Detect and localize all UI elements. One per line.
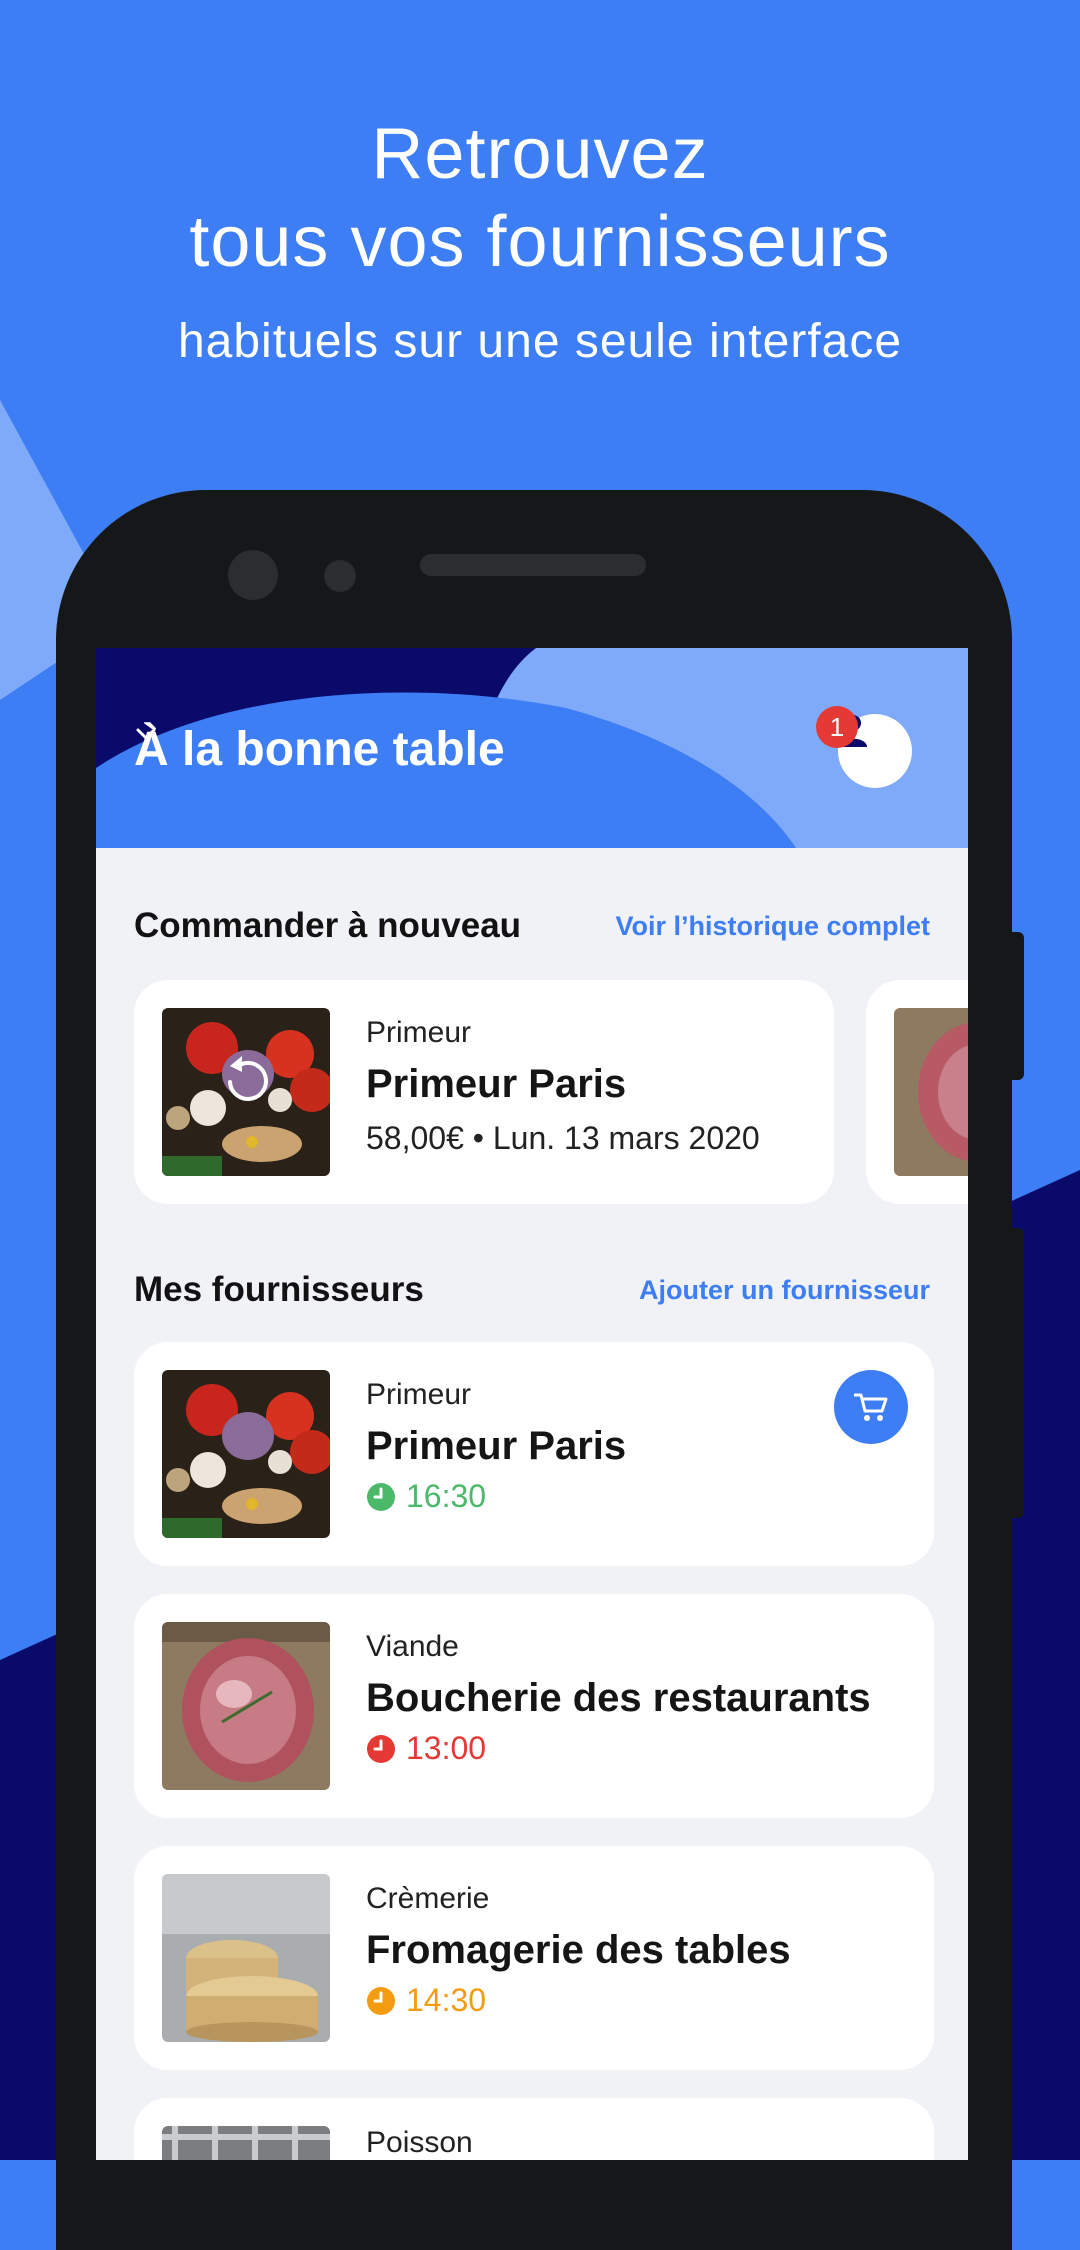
fish-photo	[162, 2126, 330, 2160]
cheese-photo	[162, 1874, 330, 2042]
clock-icon	[367, 1986, 395, 2015]
supplier-name: Boucherie des restaurants	[366, 1676, 871, 1720]
suppliers-title: Mes fournisseurs	[134, 1270, 424, 1309]
delivery-time-value: 16:30	[406, 1478, 487, 1514]
app-screen: À la bonne table 1 Commander à nouveau V…	[96, 648, 968, 2160]
reorder-card-next[interactable]	[866, 980, 968, 1204]
app-header: À la bonne table 1	[96, 648, 968, 848]
reorder-arrow-icon	[228, 1056, 268, 1101]
phone-sensor	[324, 560, 356, 592]
supplier-name: Primeur Paris	[366, 1424, 627, 1468]
store-name: À la bonne table	[134, 723, 505, 776]
supplier-card[interactable]: Poisson	[134, 2098, 934, 2160]
meat-photo	[894, 1008, 968, 1176]
reorder-category: Primeur	[366, 1016, 472, 1049]
suppliers-section-header: Mes fournisseurs Ajouter un fournisseur	[134, 1270, 930, 1310]
meat-photo	[162, 1622, 330, 1790]
vegetables-photo	[162, 1008, 330, 1176]
supplier-category: Poisson	[366, 2126, 473, 2159]
supplier-card[interactable]: Crèmerie Fromagerie des tables 14:30	[134, 1846, 934, 2070]
vegetables-photo	[162, 1370, 330, 1538]
supplier-category: Primeur	[366, 1378, 472, 1411]
supplier-category: Crèmerie	[366, 1882, 490, 1915]
hero-title-line2: tous vos fournisseurs	[189, 202, 891, 282]
delivery-time-value: 13:00	[406, 1730, 487, 1766]
supplier-card[interactable]: Viande Boucherie des restaurants 13:00	[134, 1594, 934, 1818]
reorder-order-meta: 58,00€ • Lun. 13 mars 2020	[366, 1120, 760, 1156]
phone-side-button-power	[1010, 932, 1024, 1080]
hero-subtitle: habituels sur une seule interface	[177, 315, 903, 368]
chevron-down-icon	[136, 728, 156, 740]
delivery-time: 14:30	[366, 1982, 486, 2019]
cart-icon	[854, 1393, 888, 1421]
supplier-name: Fromagerie des tables	[366, 1928, 791, 1972]
reorder-section-header: Commander à nouveau Voir l’historique co…	[134, 906, 930, 946]
reorder-card[interactable]: Primeur Primeur Paris 58,00€ • Lun. 13 m…	[134, 980, 834, 1204]
hero-title-line1: Retrouvez	[371, 114, 709, 194]
delivery-time: 13:00	[366, 1730, 486, 1767]
front-camera	[228, 550, 278, 600]
phone-side-button-volume	[1010, 1228, 1024, 1518]
delivery-time: 16:30	[366, 1478, 486, 1515]
supplier-card[interactable]: Primeur Primeur Paris 16:30	[134, 1342, 934, 1566]
supplier-category: Viande	[366, 1630, 459, 1663]
cart-button[interactable]	[834, 1370, 908, 1444]
add-supplier-link[interactable]: Ajouter un fournisseur	[639, 1275, 930, 1306]
store-selector[interactable]: À la bonne table	[134, 722, 505, 777]
phone-speaker	[420, 554, 646, 576]
view-history-link[interactable]: Voir l’historique complet	[615, 911, 930, 942]
reorder-supplier-name: Primeur Paris	[366, 1062, 627, 1106]
clock-icon	[367, 1734, 395, 1763]
delivery-time-value: 14:30	[406, 1982, 487, 2018]
clock-icon	[367, 1482, 395, 1511]
reorder-title: Commander à nouveau	[134, 906, 522, 945]
hero: Retrouvez tous vos fournisseurs habituel…	[0, 110, 1080, 369]
notification-badge: 1	[816, 706, 858, 748]
